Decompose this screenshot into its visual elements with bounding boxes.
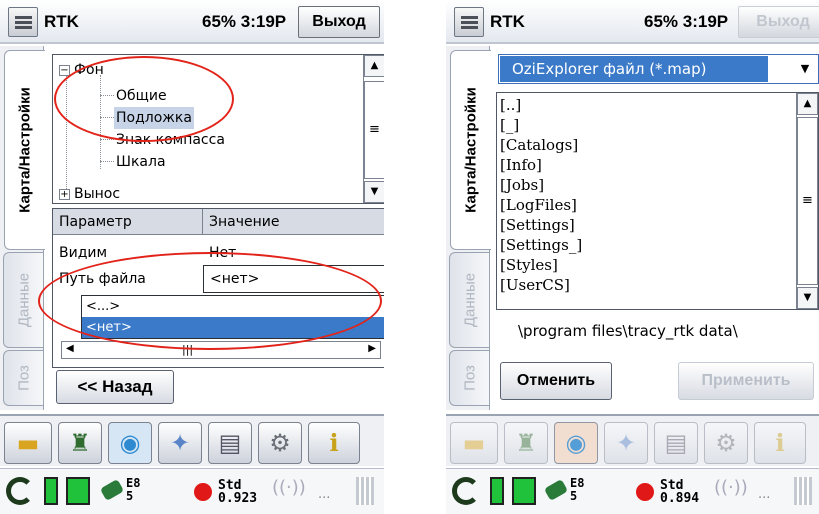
list-item[interactable]: [Jobs]	[500, 176, 544, 194]
tab-position[interactable]: Поз	[3, 350, 43, 406]
scroll-right-icon[interactable]: ▶	[368, 343, 376, 354]
folder-list[interactable]: [..] [_] [Catalogs] [Info] [Jobs] [LogFi…	[496, 92, 819, 310]
gear-icon[interactable]: ⚙	[704, 422, 748, 464]
std-value: Std 0.923	[218, 478, 258, 506]
scroll-left-icon[interactable]: ◀	[66, 343, 74, 354]
list-item[interactable]: [Catalogs]	[500, 136, 578, 154]
file-type-select[interactable]: OziExplorer файл (*.map) ▼	[498, 54, 819, 84]
tree-item[interactable]: Шкала	[116, 151, 166, 173]
annotation-circle	[54, 56, 234, 142]
column-header-param: Параметр	[53, 209, 203, 235]
list-item[interactable]: [..]	[500, 96, 521, 114]
grid-map-icon[interactable]: ✦	[158, 422, 202, 464]
cancel-button[interactable]: Отменить	[500, 362, 612, 400]
receiver-icon	[6, 477, 34, 505]
tool-bar: ▬ ♜ ◉ ✦ ▤ ⚙ ℹ	[446, 414, 819, 466]
gear-icon[interactable]: ⚙	[258, 422, 302, 464]
list-item[interactable]: [Info]	[500, 156, 542, 174]
battery-icon	[490, 477, 504, 505]
list-item[interactable]: [Settings_]	[500, 236, 582, 254]
fix-status-icon	[636, 483, 654, 501]
start-menu-icon[interactable]	[8, 7, 38, 37]
list-scrollbar[interactable]: ▲ ≡ ▼	[796, 93, 818, 309]
radio-icon: ((·))	[714, 477, 748, 498]
battery-icon	[512, 477, 536, 505]
scroll-thumb[interactable]: ≡	[797, 117, 818, 285]
annotation-circle	[38, 252, 382, 350]
list-item[interactable]: [LogFiles]	[500, 196, 577, 214]
notes-icon[interactable]: ▤	[208, 422, 252, 464]
left-screen: RTK 65% 3:19P Выход Карта/Настройки Данн…	[0, 0, 384, 514]
battery-icon	[66, 477, 90, 505]
more-icon[interactable]: ...	[758, 487, 770, 502]
expand-icon[interactable]: +	[59, 189, 70, 200]
app-title: RTK	[490, 12, 525, 31]
title-bar: RTK 65% 3:19P Выход	[446, 0, 819, 44]
param-cell: Видим	[59, 245, 108, 261]
tab-map-settings[interactable]: Карта/Настройки	[4, 50, 45, 250]
grid-map-icon[interactable]: ✦	[604, 422, 648, 464]
status-battery-time: 65% 3:19P	[644, 12, 729, 31]
signal-bars-icon	[356, 477, 374, 505]
radio-icon: ((·))	[272, 477, 306, 498]
title-bar: RTK 65% 3:19P Выход	[0, 0, 384, 44]
tool-bar: ▬ ♜ ◉ ✦ ▤ ⚙ ℹ	[0, 414, 384, 466]
surveyor-icon[interactable]: ♜	[504, 422, 548, 464]
surveyor-icon[interactable]: ♜	[58, 422, 102, 464]
tab-position[interactable]: Поз	[449, 350, 489, 406]
tab-data[interactable]: Данные	[3, 252, 43, 348]
battery-icon	[44, 477, 58, 505]
satellite-count: E8 5	[126, 476, 141, 503]
apply-button[interactable]: Применить	[678, 362, 814, 400]
chevron-down-icon[interactable]: ▼	[792, 55, 818, 83]
back-button[interactable]: << Назад	[56, 370, 174, 404]
folder-icon[interactable]: ▬	[450, 422, 498, 464]
satellite-icon	[543, 478, 569, 502]
satellite-icon	[99, 478, 125, 502]
start-menu-icon[interactable]	[454, 7, 484, 37]
vertical-tabs: Карта/Настройки Данные Поз	[446, 46, 491, 410]
satellite-count: E8 5	[570, 476, 585, 503]
app-title: RTK	[44, 12, 79, 31]
list-item[interactable]: [Styles]	[500, 256, 558, 274]
list-item[interactable]: [UserCS]	[500, 276, 570, 294]
fix-status-icon	[194, 483, 212, 501]
info-icon[interactable]: ℹ	[754, 422, 806, 464]
std-value: Std 0.894	[660, 478, 700, 506]
status-bar: E8 5 Std 0.894 ((·)) ...	[446, 468, 819, 514]
exit-button[interactable]: Выход	[738, 6, 819, 38]
tree-scrollbar[interactable]: ▲ ≡ ▼	[363, 55, 384, 203]
scroll-down-icon[interactable]: ▼	[364, 181, 384, 203]
current-path: \program files\tracy_rtk data\	[518, 322, 738, 340]
tree-node-next[interactable]: + Вынос	[59, 183, 120, 203]
scroll-up-icon[interactable]: ▲	[364, 55, 384, 77]
column-header-value: Значение	[203, 209, 384, 235]
scroll-up-icon[interactable]: ▲	[797, 93, 818, 115]
map-search-icon[interactable]: ◉	[554, 422, 598, 464]
list-item[interactable]: [Settings]	[500, 216, 575, 234]
signal-bars-icon	[794, 477, 812, 505]
vertical-tabs: Карта/Настройки Данные Поз	[0, 46, 45, 410]
notes-icon[interactable]: ▤	[654, 422, 698, 464]
file-type-value: OziExplorer файл (*.map)	[500, 56, 768, 82]
right-screen: RTK 65% 3:19P Выход Карта/Настройки Данн…	[446, 0, 819, 514]
tab-map-settings[interactable]: Карта/Настройки	[450, 50, 491, 250]
scroll-down-icon[interactable]: ▼	[797, 287, 818, 309]
list-item[interactable]: [_]	[500, 116, 519, 134]
status-battery-time: 65% 3:19P	[202, 12, 287, 31]
folder-icon[interactable]: ▬	[4, 422, 52, 464]
scroll-thumb[interactable]: ≡	[364, 81, 384, 179]
exit-button[interactable]: Выход	[298, 6, 380, 38]
more-icon[interactable]: ...	[318, 487, 330, 502]
receiver-icon	[452, 477, 480, 505]
status-bar: E8 5 Std 0.923 ((·)) ...	[0, 468, 384, 514]
tab-data[interactable]: Данные	[449, 252, 489, 348]
map-search-icon[interactable]: ◉	[108, 422, 152, 464]
info-icon[interactable]: ℹ	[308, 422, 360, 464]
